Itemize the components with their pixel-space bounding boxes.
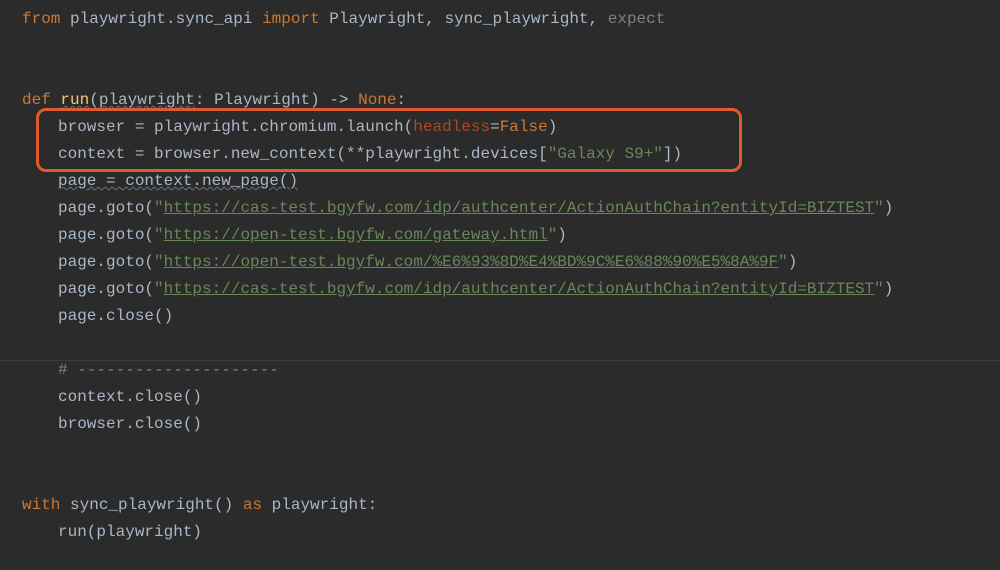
paren-open: ( (89, 91, 99, 109)
kwarg-name: headless (413, 118, 490, 136)
code-line: from playwright.sync_api import Playwrig… (22, 6, 988, 33)
context-close: context.close() (58, 388, 202, 406)
goto-call: page.goto( (58, 199, 154, 217)
quote: " (154, 280, 164, 298)
code-editor: from playwright.sync_api import Playwrig… (0, 0, 1000, 552)
code-text: browser = playwright.chromium.launch( (58, 118, 413, 136)
code-line: page.goto("https://open-test.bgyfw.com/g… (22, 222, 988, 249)
colon: : (397, 91, 407, 109)
import-names: Playwright, sync_playwright, (329, 10, 607, 28)
code-line: page.goto("https://cas-test.bgyfw.com/id… (22, 276, 988, 303)
signature-tail: : Playwright) -> (195, 91, 358, 109)
blank-line (22, 438, 988, 465)
code-line: browser.close() (22, 411, 988, 438)
goto-call: page.goto( (58, 253, 154, 271)
keyword-from: from (22, 10, 60, 28)
code-line: context = browser.new_context(**playwrig… (22, 141, 988, 168)
return-type: None (358, 91, 396, 109)
quote: " (154, 226, 164, 244)
blank-line (22, 330, 988, 357)
keyword-import: import (262, 10, 320, 28)
paren-close: ) (884, 199, 894, 217)
quote: " (154, 253, 164, 271)
code-line: page = context.new_page() (22, 168, 988, 195)
equals: = (490, 118, 500, 136)
code-text: context = browser.new_context(**playwrig… (58, 145, 548, 163)
function-name: run (60, 91, 89, 109)
bracket-close: ]) (663, 145, 682, 163)
code-line: page.goto("https://cas-test.bgyfw.com/id… (22, 195, 988, 222)
url-literal: https://cas-test.bgyfw.com/idp/authcente… (164, 280, 875, 298)
url-literal: https://open-test.bgyfw.com/gateway.html (164, 226, 548, 244)
quote: " (548, 226, 558, 244)
code-line: # --------------------- (22, 357, 988, 384)
quote: " (874, 199, 884, 217)
code-line: page.goto("https://open-test.bgyfw.com/%… (22, 249, 988, 276)
url-literal: https://cas-test.bgyfw.com/idp/authcente… (164, 199, 875, 217)
goto-call: page.goto( (58, 226, 154, 244)
with-call: sync_playwright() (60, 496, 242, 514)
paren-close: ) (548, 118, 558, 136)
paren-close: ) (557, 226, 567, 244)
goto-call: page.goto( (58, 280, 154, 298)
keyword-def: def (22, 91, 51, 109)
blank-line (22, 33, 988, 60)
page-close: page.close() (58, 307, 173, 325)
code-line: browser = playwright.chromium.launch(hea… (22, 114, 988, 141)
with-var: playwright: (262, 496, 377, 514)
module-name: playwright.sync_api (70, 10, 252, 28)
keyword-with: with (22, 496, 60, 514)
paren-close: ) (884, 280, 894, 298)
code-text: page = context.new_page() (58, 172, 298, 190)
browser-close: browser.close() (58, 415, 202, 433)
code-line: page.close() (22, 303, 988, 330)
code-line: def run(playwright: Playwright) -> None: (22, 87, 988, 114)
quote: " (874, 280, 884, 298)
paren-close: ) (788, 253, 798, 271)
url-literal: https://open-test.bgyfw.com/%E6%93%8D%E4… (164, 253, 779, 271)
string-literal: "Galaxy S9+" (548, 145, 663, 163)
run-call: run(playwright) (58, 523, 202, 541)
bool-false: False (500, 118, 548, 136)
blank-line (22, 60, 988, 87)
code-line: with sync_playwright() as playwright: (22, 492, 988, 519)
keyword-as: as (243, 496, 262, 514)
comment: # --------------------- (58, 361, 279, 379)
code-line: context.close() (22, 384, 988, 411)
param-name: playwright (99, 91, 195, 109)
quote: " (154, 199, 164, 217)
quote: " (778, 253, 788, 271)
code-line: run(playwright) (22, 519, 988, 546)
blank-line (22, 465, 988, 492)
import-expect: expect (608, 10, 666, 28)
